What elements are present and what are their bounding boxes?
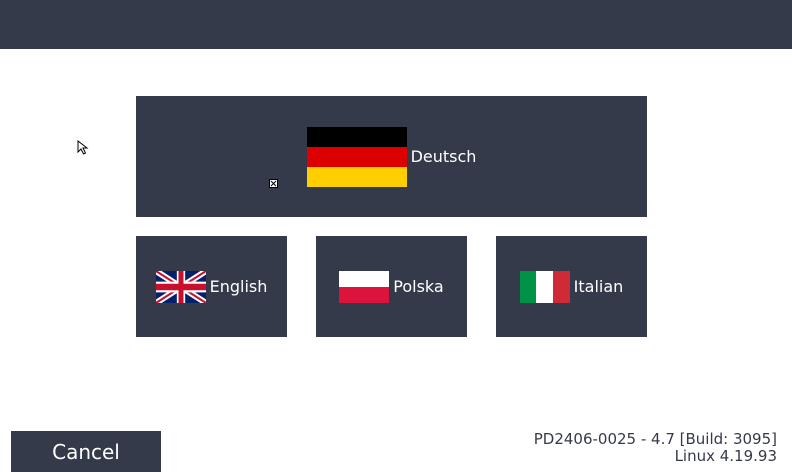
mouse-cursor-icon [77,140,89,155]
cancel-button[interactable]: Cancel [11,431,161,472]
version-info: PD2406-0025 - 4.7 [Build: 3095] Linux 4.… [534,431,777,465]
touch-indicator-icon [269,179,278,188]
language-button-italian[interactable]: Italian [496,236,647,337]
version-build-text: PD2406-0025 - 4.7 [Build: 3095] [533,430,777,448]
language-label-italian: Italian [573,277,624,296]
flag-it-icon [519,270,570,303]
top-bar [0,0,792,49]
language-label-deutsch: Deutsch [410,147,477,166]
language-label-english: English [209,277,268,296]
version-kernel-text: Linux 4.19.93 [674,447,777,465]
language-button-polska[interactable]: Polska [316,236,467,337]
flag-pl-icon [339,270,390,303]
flag-uk-icon [155,270,206,303]
language-button-english[interactable]: English [136,236,287,337]
language-button-deutsch[interactable]: Deutsch [136,96,647,217]
flag-de-icon [306,126,407,187]
language-label-polska: Polska [393,277,444,296]
